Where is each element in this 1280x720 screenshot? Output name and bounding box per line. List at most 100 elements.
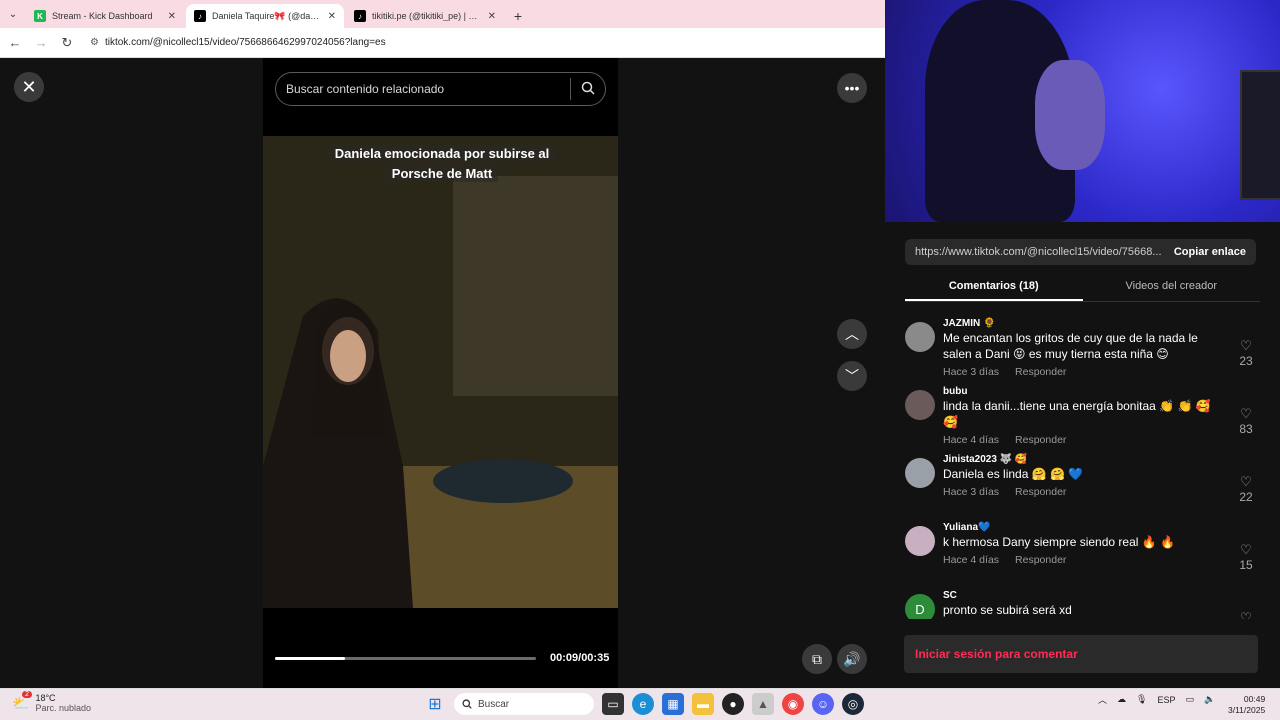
video-frame[interactable]: Buscar contenido relacionado Daniela emo… [263, 58, 618, 688]
comment-like[interactable]: ♡ [1234, 610, 1258, 619]
browser-toolbar: ← → ↻ ⚙ tiktok.com/@nicollecl15/video/75… [0, 28, 885, 58]
store-icon[interactable]: ▦ [662, 693, 684, 715]
avatar[interactable] [905, 390, 935, 420]
comment-username[interactable]: bubu [943, 386, 1260, 397]
comment-like[interactable]: ♡ 83 [1234, 406, 1258, 436]
floating-player-icon: ⧉ [812, 650, 822, 667]
webcam-monitor [1240, 70, 1280, 200]
comment-text: Me encantan los gritos de cuy que de la … [943, 331, 1198, 361]
comment-like[interactable]: ♡ 23 [1234, 338, 1258, 368]
taskbar-clock[interactable]: 00:49 3/11/2025 [1228, 694, 1265, 716]
more-options-button[interactable]: ••• [837, 73, 867, 103]
tab-close-icon[interactable]: ✕ [168, 11, 176, 22]
clock-time: 00:49 [1243, 694, 1266, 704]
next-video-button[interactable]: ﹀ [837, 361, 867, 391]
steam-icon[interactable]: ◎ [842, 693, 864, 715]
comment-time: Hace 3 días [943, 366, 1000, 378]
video-content[interactable]: Daniela emocionada por subirse al Porsch… [263, 136, 618, 608]
obs-icon[interactable]: ● [722, 693, 744, 715]
video-progress-bar[interactable] [275, 657, 536, 660]
panel-tabs: Comentarios (18) Videos del creador [905, 272, 1260, 302]
task-view-icon[interactable]: ▭ [602, 693, 624, 715]
caption-line-2: Porsche de Matt [385, 165, 499, 182]
search-divider [570, 78, 571, 100]
site-info-icon[interactable]: ⚙ [90, 37, 99, 48]
browser-tab[interactable]: K Stream - Kick Dashboard ✕ [26, 4, 184, 28]
video-progress-fill [275, 657, 346, 660]
webcam-face [1035, 60, 1105, 170]
taskbar-search-icon [462, 699, 472, 709]
comment-username[interactable]: Jinista2023 🐺 🥰 [943, 454, 1260, 465]
comment-time: Hace 4 días [943, 434, 1000, 446]
comment-item: JAZMIN 🌻 Me encantan los gritos de cuy qu… [905, 318, 1260, 382]
close-video-button[interactable]: ✕ [14, 72, 44, 102]
volume-button[interactable]: 🔊 [837, 644, 867, 674]
reload-icon[interactable]: ↻ [58, 34, 76, 52]
volume-tray-icon[interactable]: 🔈 [1204, 694, 1215, 705]
previous-video-button[interactable]: ︿ [837, 319, 867, 349]
tab-creator-videos[interactable]: Videos del creador [1083, 272, 1261, 301]
app-icon[interactable]: ▲ [752, 693, 774, 715]
comment-text: Daniela es linda 🤗 🤗 💙 [943, 467, 1084, 481]
heart-icon: ♡ [1240, 474, 1252, 489]
taskbar-search-box[interactable]: Buscar [454, 693, 594, 715]
tab-search-chevron-icon[interactable]: ⌄ [0, 0, 26, 28]
search-icon[interactable] [581, 81, 595, 98]
tab-close-icon[interactable]: ✕ [488, 11, 496, 22]
reply-button[interactable]: Responder [1015, 554, 1066, 566]
video-pane: ✕ Buscar contenido relacionado Daniela e… [0, 58, 885, 688]
tab-favicon-icon: ♪ [194, 10, 206, 22]
heart-icon: ♡ [1240, 542, 1252, 557]
comment-like[interactable]: ♡ 22 [1234, 474, 1258, 504]
comment-like[interactable]: ♡ 15 [1234, 542, 1258, 572]
tray-chevron-up-icon[interactable]: ︿ [1098, 693, 1107, 706]
avatar[interactable] [905, 322, 935, 352]
tab-close-icon[interactable]: ✕ [328, 11, 336, 22]
reply-button[interactable]: Responder [1015, 434, 1066, 446]
heart-icon: ♡ [1240, 406, 1252, 421]
comment-item: bubu linda la danii...tiene una energía b… [905, 386, 1260, 450]
microphone-icon[interactable]: 🎙 [1136, 694, 1147, 705]
tab-favicon-icon: ♪ [354, 10, 366, 22]
address-bar[interactable]: ⚙ tiktok.com/@nicollecl15/video/75668664… [84, 31, 879, 54]
file-explorer-icon[interactable]: ▬ [692, 693, 714, 715]
forward-arrow-icon[interactable]: → [32, 34, 50, 52]
avatar[interactable] [905, 458, 935, 488]
avatar[interactable] [905, 526, 935, 556]
comment-username[interactable]: SC [943, 590, 1260, 601]
login-to-comment-button[interactable]: Iniciar sesión para comentar [904, 635, 1258, 673]
weather-temp: 18°C [35, 693, 56, 703]
speaker-icon: 🔊 [843, 650, 861, 667]
more-horizontal-icon: ••• [844, 80, 860, 96]
language-indicator[interactable]: ESP [1157, 695, 1175, 705]
back-arrow-icon[interactable]: ← [6, 34, 24, 52]
like-count: 23 [1239, 354, 1253, 368]
avatar[interactable]: D [905, 594, 935, 619]
chrome-icon[interactable]: ◉ [782, 693, 804, 715]
weather-badge: 2 [22, 691, 32, 698]
heart-icon: ♡ [1240, 338, 1252, 353]
browser-tab[interactable]: ♪ Daniela Taquire🎀 (@danie ✕ [186, 4, 344, 28]
reply-button[interactable]: Responder [1015, 486, 1066, 498]
comment-item: Yuliana💙 k hermosa Dany siempre siendo re… [905, 522, 1260, 586]
discord-icon[interactable]: ☺ [812, 693, 834, 715]
comment-username[interactable]: JAZMIN 🌻 [943, 318, 1260, 329]
video-scene [263, 136, 618, 608]
copy-link-button[interactable]: Copiar enlace [1174, 246, 1246, 258]
tab-comments[interactable]: Comentarios (18) [905, 272, 1083, 301]
comment-text: k hermosa Dany siempre siendo real 🔥 🔥 [943, 535, 1175, 549]
reply-button[interactable]: Responder [1015, 366, 1066, 378]
browser-tab[interactable]: ♪ tikitiki.pe (@tikitiki_pe) | TikTok ✕ [346, 4, 504, 28]
heart-icon: ♡ [1240, 610, 1252, 619]
edge-browser-icon[interactable]: e [632, 693, 654, 715]
floating-player-button[interactable]: ⧉ [802, 644, 832, 674]
tray-network-icon[interactable]: ☁ [1117, 694, 1126, 705]
comment-meta: Hace 4 días Responder [943, 434, 1260, 446]
share-url[interactable]: https://www.tiktok.com/@nicollecl15/vide… [915, 246, 1164, 258]
display-icon[interactable]: ▭ [1185, 694, 1194, 705]
windows-start-icon[interactable]: ⊞ [424, 693, 446, 715]
new-tab-button[interactable]: + [506, 4, 530, 28]
comment-username[interactable]: Yuliana💙 [943, 522, 1260, 533]
related-search-input[interactable]: Buscar contenido relacionado [275, 72, 606, 106]
weather-widget[interactable]: ⛅ 2 18°C Parc. nublado [12, 691, 91, 713]
